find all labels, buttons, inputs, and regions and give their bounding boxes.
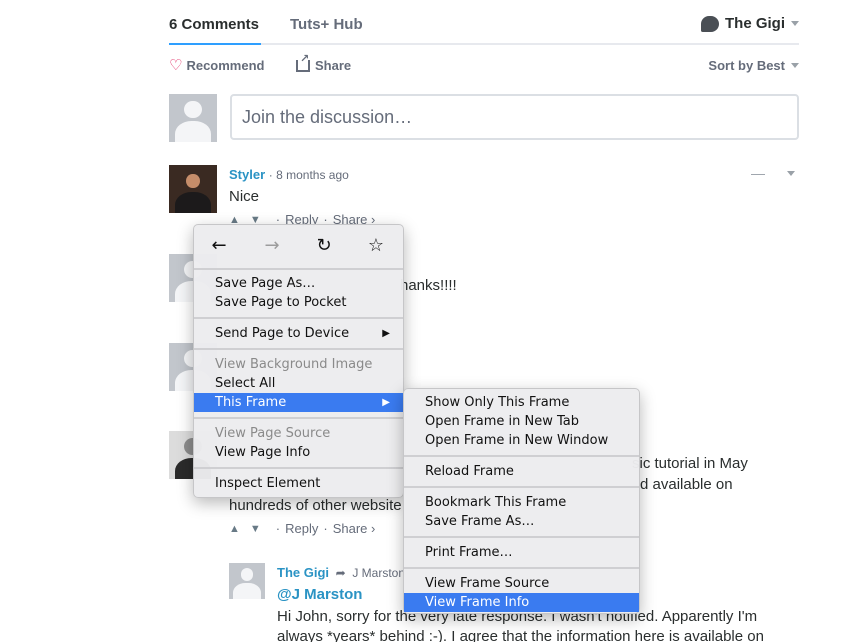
user-menu[interactable]: The Gigi	[701, 15, 799, 32]
reply-arrow-icon: ➦	[335, 566, 346, 580]
menu-select-all[interactable]: Select All	[194, 374, 403, 393]
menu-view-frame-source[interactable]: View Frame Source	[404, 574, 639, 593]
menu-open-frame-new-window[interactable]: Open Frame in New Window	[404, 431, 639, 450]
submenu-arrow-icon: ▶	[382, 397, 390, 408]
bookmark-star-icon[interactable]: ☆	[365, 235, 387, 257]
avatar[interactable]	[169, 165, 217, 213]
menu-label: Send Page to Device	[215, 326, 350, 341]
menu-view-page-info[interactable]: View Page Info	[194, 443, 403, 462]
menu-open-frame-new-tab[interactable]: Open Frame in New Tab	[404, 412, 639, 431]
menu-label: This Frame	[215, 395, 287, 410]
avatar	[169, 94, 217, 142]
forward-icon: →	[264, 235, 280, 256]
comment-controls: —	[751, 164, 795, 182]
menu-separator	[194, 268, 403, 270]
chevron-down-icon[interactable]	[787, 170, 795, 176]
context-menu: ← → ↻ ☆ Save Page As… Save Page to Pocke…	[193, 224, 404, 498]
menu-separator	[194, 417, 403, 419]
menu-separator	[404, 455, 639, 457]
menu-reload-frame[interactable]: Reload Frame	[404, 462, 639, 481]
frame-submenu: Show Only This Frame Open Frame in New T…	[403, 388, 640, 614]
comment-text-line: sic tutorial in May	[632, 455, 748, 472]
comment-footer: ▲ ▼ · Reply · Share ›	[229, 521, 375, 536]
recommend-button[interactable]: ♡ Recommend	[169, 58, 264, 73]
share-icon	[296, 52, 310, 72]
share-button[interactable]: Share	[296, 52, 352, 73]
menu-inspect-element[interactable]: Inspect Element	[194, 474, 403, 493]
share-link[interactable]: Share ›	[333, 521, 376, 536]
menu-print-frame[interactable]: Print Frame…	[404, 543, 639, 562]
mention-link[interactable]: @J Marston	[277, 586, 362, 603]
comment-text: Nice	[229, 188, 260, 205]
menu-save-page-as[interactable]: Save Page As…	[194, 274, 403, 293]
comment-text-line: always *years* behind :-). I agree that …	[277, 628, 764, 642]
share-label: Share	[315, 58, 352, 73]
chevron-down-icon	[791, 21, 799, 26]
menu-view-page-source: View Page Source	[215, 426, 331, 441]
menu-separator	[404, 486, 639, 488]
chat-bubble-icon	[701, 15, 719, 32]
comment-input[interactable]: Join the discussion…	[230, 94, 799, 140]
reply-link[interactable]: Reply	[285, 521, 318, 536]
author-name[interactable]: Styler	[229, 167, 265, 182]
separator-dot: ·	[323, 521, 328, 536]
user-name: The Gigi	[725, 15, 785, 32]
menu-view-frame-info[interactable]: View Frame Info	[404, 593, 639, 612]
comment-author[interactable]: Styler · 8 months ago	[229, 167, 349, 182]
menu-save-frame-as[interactable]: Save Frame As…	[404, 512, 639, 531]
collapse-button[interactable]: —	[751, 165, 765, 181]
recommend-label: Recommend	[186, 58, 265, 73]
separator-dot: ·	[275, 521, 281, 536]
context-nav-row: ← → ↻ ☆	[194, 225, 403, 268]
comment-timestamp[interactable]: · 8 months ago	[269, 168, 349, 182]
menu-bookmark-frame[interactable]: Bookmark This Frame	[404, 493, 639, 512]
submenu-arrow-icon: ▶	[382, 328, 390, 339]
menu-separator	[404, 536, 639, 538]
menu-save-to-pocket[interactable]: Save Page to Pocket	[194, 293, 403, 312]
chevron-down-icon	[791, 63, 799, 68]
comment-text-line: hundreds of other website	[229, 497, 402, 514]
downvote-icon[interactable]: ▼	[250, 523, 261, 535]
tab-community[interactable]: Tuts+ Hub	[290, 16, 363, 33]
in-reply-to[interactable]: J Marston	[352, 566, 405, 580]
menu-separator	[194, 348, 403, 350]
sort-dropdown[interactable]: Sort by Best	[708, 58, 799, 73]
thread-actions: ♡ Recommend Share Sort by Best	[169, 52, 799, 78]
sort-label: Sort by Best	[708, 58, 785, 73]
comment-text: hanks!!!!	[400, 277, 457, 294]
heart-icon: ♡	[169, 57, 183, 74]
back-icon[interactable]: ←	[208, 235, 230, 257]
reload-icon[interactable]: ↻	[313, 235, 335, 257]
comment-author[interactable]: The Gigi ➦ J Marston	[277, 565, 405, 580]
upvote-icon[interactable]: ▲	[229, 523, 240, 535]
menu-send-to-device[interactable]: Send Page to Device ▶	[194, 324, 403, 343]
avatar[interactable]	[229, 563, 265, 599]
menu-view-background-image: View Background Image	[215, 357, 373, 372]
menu-this-frame[interactable]: This Frame ▶	[194, 393, 403, 412]
menu-separator	[404, 567, 639, 569]
author-name[interactable]: The Gigi	[277, 565, 329, 580]
tab-comments[interactable]: 6 Comments	[169, 16, 262, 45]
comment-text-line: d available on	[640, 476, 733, 493]
thread-tabs: 6 Comments Tuts+ Hub The Gigi	[169, 14, 799, 45]
menu-separator	[194, 467, 403, 469]
menu-show-only-this-frame[interactable]: Show Only This Frame	[404, 393, 639, 412]
menu-separator	[194, 317, 403, 319]
